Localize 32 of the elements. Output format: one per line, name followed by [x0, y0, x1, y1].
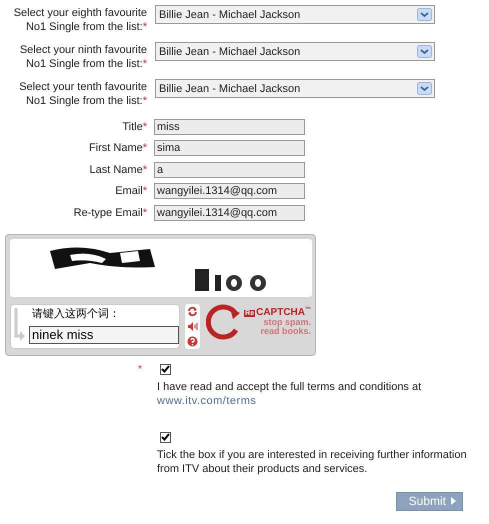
field-label: Email* — [114, 184, 147, 198]
speaker-icon[interactable] — [186, 320, 199, 332]
arrow-icon — [451, 497, 456, 505]
field-label: Select your tenth favourite No1 Single from the list:* — [18, 80, 147, 108]
arrow-icon — [13, 308, 25, 344]
field-label: Title* — [121, 120, 147, 134]
terms-link[interactable]: www.itv.com/terms — [157, 394, 256, 406]
recaptcha-logo-icon — [206, 304, 242, 340]
field-label: Select your eighth favourite No1 Single from the list:* — [12, 6, 147, 34]
text-field[interactable]: a — [154, 162, 305, 178]
song-dropdown[interactable]: Billie Jean - Michael Jackson — [155, 79, 435, 98]
captcha-prompt: 请键入这两个词： — [32, 308, 121, 320]
captcha-input[interactable]: ninek miss — [29, 326, 179, 344]
field-label: First Name* — [88, 141, 147, 156]
song-dropdown[interactable]: Billie Jean - Michael Jackson — [155, 42, 435, 61]
slogan-text: stop spam. — [263, 318, 311, 327]
text-field[interactable]: wangyilei.1314@qq.com — [154, 183, 305, 200]
checkbox[interactable] — [160, 432, 171, 442]
help-icon[interactable] — [187, 336, 198, 346]
refresh-icon[interactable] — [187, 306, 198, 316]
text-field[interactable]: miss — [154, 118, 305, 135]
field-label: Re-type Email* — [72, 206, 147, 220]
required-mark: * — [138, 364, 142, 374]
checkbox[interactable] — [160, 364, 171, 374]
consent-text: Tick the box if you are interested in receiving further information from ITV about their products and services. — [157, 448, 468, 476]
song-dropdown[interactable]: Billie Jean - Michael Jackson — [155, 5, 435, 24]
text-field[interactable]: sima — [154, 140, 305, 156]
text-field[interactable]: wangyilei.1314@qq.com — [154, 204, 305, 221]
consent-text: I have read and accept the full terms and conditions at www.itv.com/terms — [157, 380, 422, 408]
slogan-text: read books. — [260, 327, 311, 336]
field-label: Select your ninth favourite No1 Single from the list:* — [18, 43, 147, 71]
field-label: Last Name* — [88, 162, 147, 177]
